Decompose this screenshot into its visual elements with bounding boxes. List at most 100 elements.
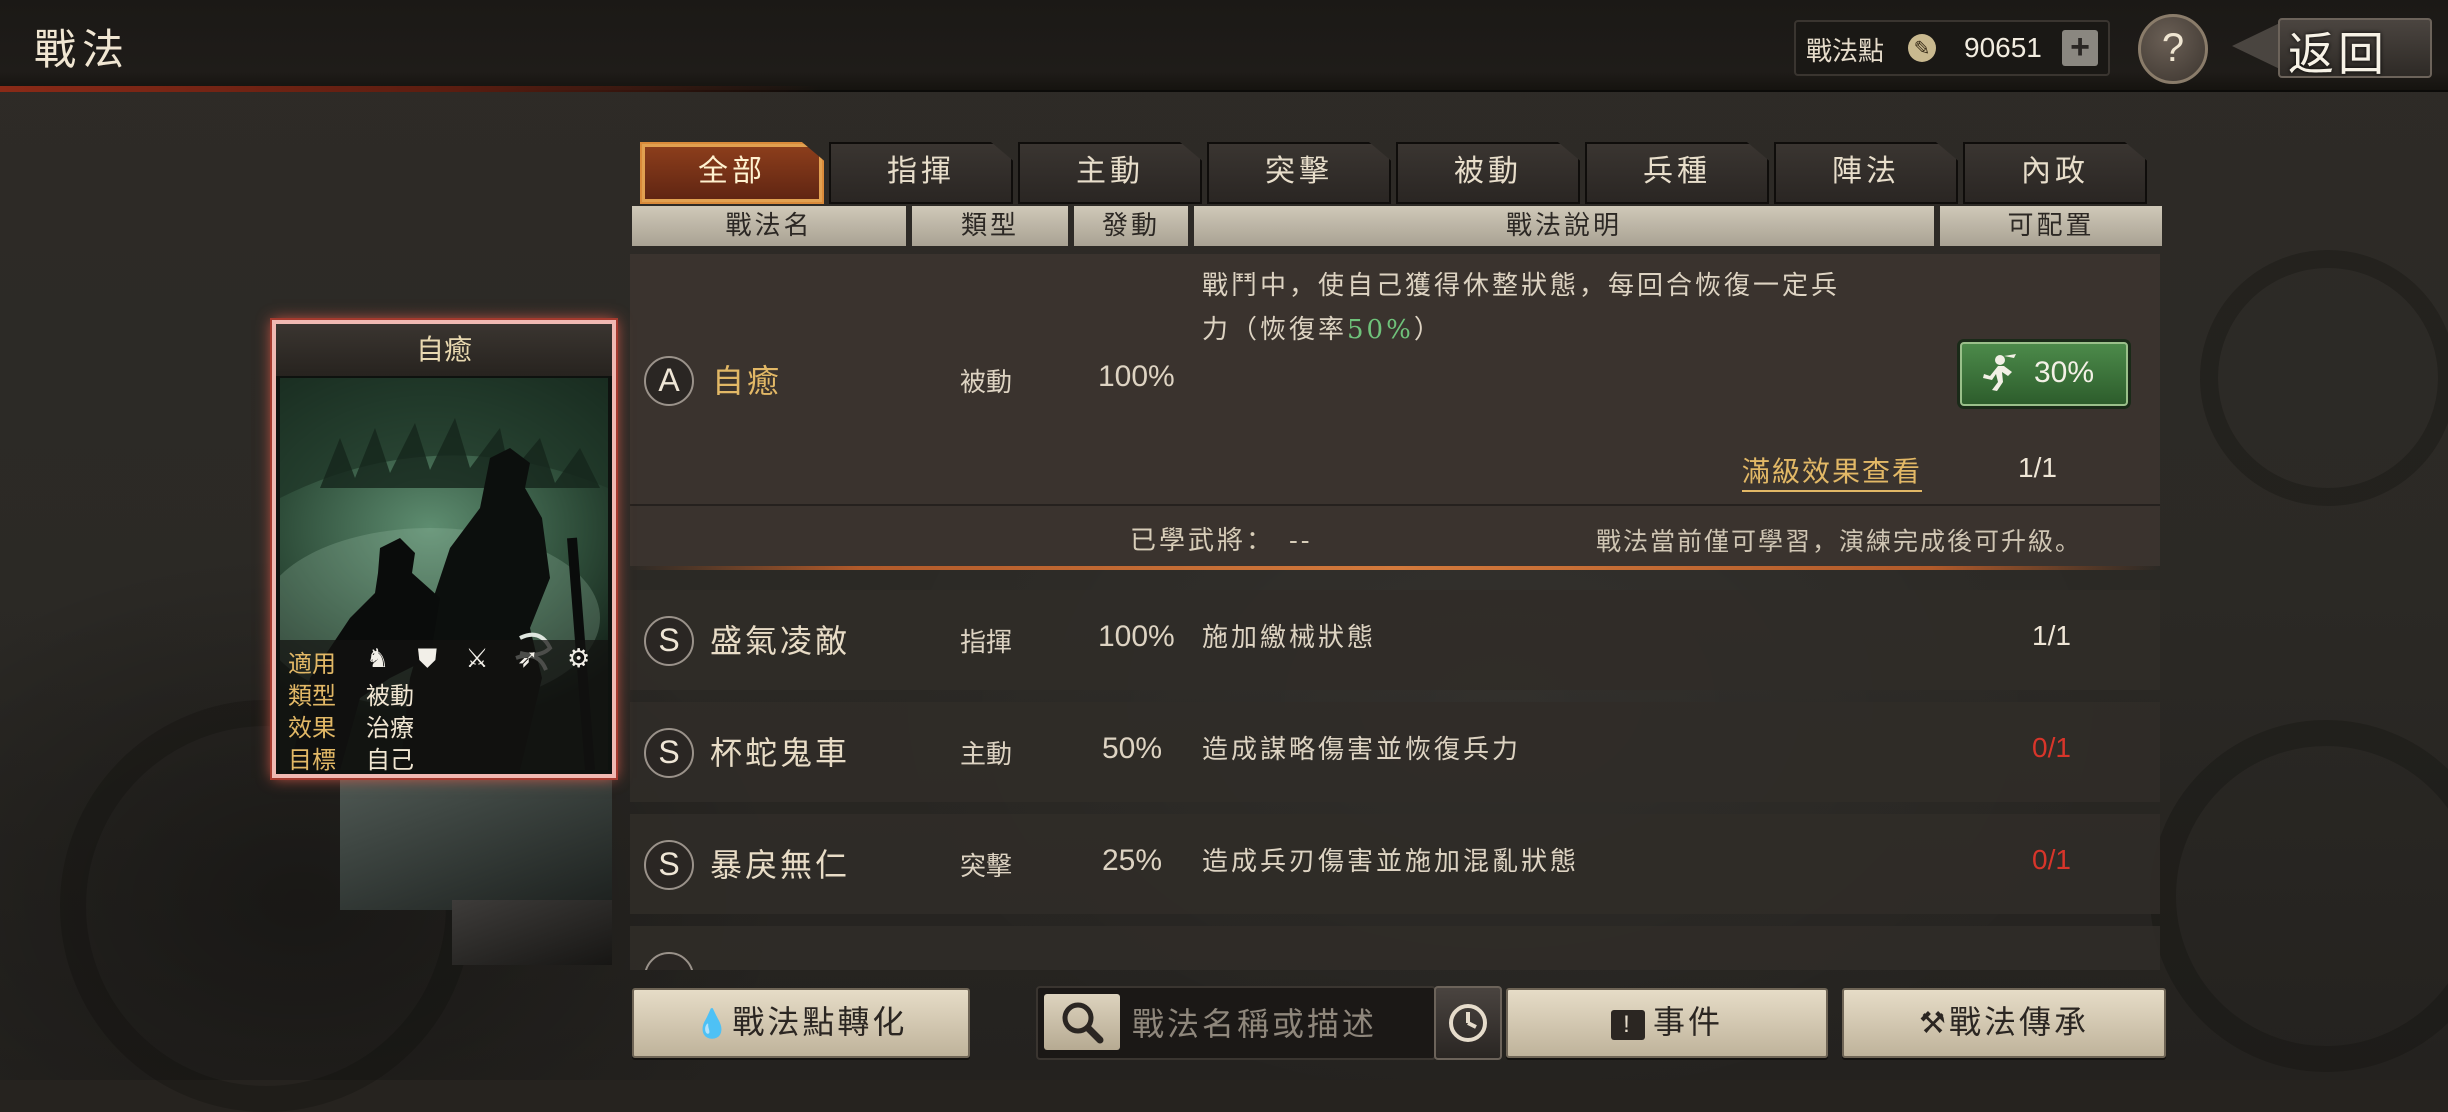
tab-all[interactable]: 全部: [640, 142, 824, 204]
tab-active[interactable]: 主動: [1018, 142, 1202, 204]
search-box: [1036, 986, 1436, 1060]
back-button-label: 返回: [2288, 27, 2388, 81]
tactic-upgrade-note: 戰法當前僅可學習，演練完成後可升級。: [1596, 527, 2083, 556]
hammer-icon: ⚒: [1919, 1006, 1949, 1041]
tab-internal-affairs[interactable]: 內政: [1963, 142, 2147, 204]
troop-bonus-button[interactable]: 30%: [1960, 342, 2128, 406]
column-header-type[interactable]: 類型: [912, 206, 1068, 246]
stacked-card-preview: [452, 900, 612, 965]
tactic-description: 戰鬥中，使自己獲得休整狀態，每回合恢復一定兵 力（恢復率50%）: [1202, 264, 1840, 352]
tactic-card: 自癒 適用 ♞ ⛊ ⚔ ➶ ⚙ 類型 被動 效果 治療 目標 自己: [272, 320, 616, 778]
desc-text: 力（恢復率: [1202, 315, 1348, 345]
target-value: 自己: [366, 746, 414, 774]
tactic-type: 主動: [960, 740, 1013, 770]
column-header-description: 戰法說明: [1194, 206, 1934, 246]
tactic-description: 造成兵刃傷害並施加混亂狀態: [1202, 847, 1580, 877]
help-button[interactable]: ?: [2138, 14, 2208, 84]
tab-command[interactable]: 指揮: [829, 142, 1013, 204]
search-button[interactable]: [1044, 994, 1120, 1050]
drop-icon: 💧: [694, 1007, 733, 1040]
card-info-panel: 適用 ♞ ⛊ ⚔ ➶ ⚙ 類型 被動 效果 治療 目標 自己: [280, 640, 608, 774]
column-header-name[interactable]: 戰法名: [632, 206, 906, 246]
tactic-list[interactable]: A 自癒 被動 100% 戰鬥中，使自己獲得休整狀態，每回合恢復一定兵 力（恢復…: [630, 250, 2160, 970]
tactic-name: 暴戾無仁: [710, 846, 851, 884]
clock-icon: [1449, 1004, 1487, 1042]
tactic-inherit-button[interactable]: ⚒戰法傳承: [1842, 988, 2166, 1058]
tab-formation[interactable]: 陣法: [1774, 142, 1958, 204]
grade-badge: S: [644, 616, 694, 666]
tactic-row-selected[interactable]: A 自癒 被動 100% 戰鬥中，使自己獲得休整狀態，每回合恢復一定兵 力（恢復…: [630, 254, 2160, 566]
tactic-points-display: 戰法點 ✎ 90651 +: [1794, 20, 2110, 76]
full-level-effect-link[interactable]: 滿級效果查看: [1742, 450, 1923, 492]
bg-swirl-decoration: [2200, 250, 2448, 506]
grade-badge: A: [644, 356, 694, 406]
tactic-trigger-rate: 100%: [1098, 620, 1175, 653]
tab-troop-type[interactable]: 兵種: [1585, 142, 1769, 204]
learned-generals-value: --: [1289, 526, 1313, 556]
stacked-card-preview: [340, 770, 612, 910]
type-value: 被動: [366, 682, 414, 710]
troop-bonus-value: 30%: [2034, 356, 2095, 389]
apply-label: 適用: [288, 650, 336, 678]
events-label: 事件: [1652, 1003, 1723, 1041]
tab-assault[interactable]: 突擊: [1207, 142, 1391, 204]
learned-generals-label: 已學武將：: [1130, 526, 1276, 556]
target-label: 目標: [288, 746, 336, 774]
tactic-points-icon: ✎: [1908, 34, 1936, 62]
row-divider: [630, 504, 2160, 506]
tactic-row[interactable]: S 盛氣凌敵 指揮 100% 施加繳械狀態 1/1: [630, 590, 2160, 690]
tactic-row-partial[interactable]: [630, 926, 2160, 970]
card-title: 自癒: [276, 324, 612, 376]
convert-points-label: 戰法點轉化: [732, 1003, 908, 1041]
grade-badge: S: [644, 728, 694, 778]
tactic-inherit-label: 戰法傳承: [1948, 1003, 2089, 1041]
recovery-rate-value: 50%: [1347, 315, 1414, 345]
tactic-description: 造成謀略傷害並恢復兵力: [1202, 735, 1522, 765]
category-tabs: 全部 指揮 主動 突擊 被動 兵種 陣法 內政: [640, 142, 2148, 204]
tactic-available-count: 1/1: [2032, 620, 2071, 651]
tactic-description-line2: 力（恢復率50%）: [1202, 308, 1840, 352]
tactic-trigger-rate: 25%: [1102, 844, 1163, 877]
events-icon: !: [1610, 1009, 1645, 1040]
convert-points-button[interactable]: 💧戰法點轉化: [632, 988, 970, 1058]
tactic-type: 指揮: [960, 628, 1013, 658]
events-button[interactable]: ! 事件: [1506, 988, 1828, 1058]
tab-passive[interactable]: 被動: [1396, 142, 1580, 204]
add-points-button[interactable]: +: [2062, 30, 2098, 66]
tactic-available-count: 1/1: [2018, 452, 2057, 483]
tactic-row[interactable]: S 杯蛇鬼車 主動 50% 造成謀略傷害並恢復兵力 0/1: [630, 702, 2160, 802]
tactic-name: 盛氣凌敵: [710, 622, 851, 660]
back-button[interactable]: 返回: [2232, 12, 2432, 81]
tactic-available-count: 0/1: [2032, 844, 2071, 875]
page-title: 戰法: [34, 25, 131, 74]
type-label: 類型: [288, 682, 336, 710]
tactic-description: 施加繳械狀態: [1202, 623, 1377, 653]
column-header-trigger[interactable]: 發動: [1074, 206, 1188, 246]
search-icon: [1062, 1002, 1104, 1044]
tactic-points-value: 90651: [1964, 32, 2042, 63]
tactic-points-label: 戰法點: [1806, 37, 1885, 67]
grade-badge: S: [644, 840, 694, 890]
tactic-name: 杯蛇鬼車: [710, 734, 851, 772]
learned-generals: 已學武將： --: [1130, 520, 1313, 557]
effect-value: 治療: [366, 714, 414, 742]
tactic-type: 被動: [960, 368, 1013, 398]
tactic-description-line1: 戰鬥中，使自己獲得休整狀態，每回合恢復一定兵: [1202, 271, 1841, 301]
title-accent-stripe: [0, 86, 820, 92]
selected-row-underline: [630, 566, 2160, 570]
unit-type-icons: ♞ ⛊ ⚔ ➶ ⚙: [366, 644, 601, 674]
soldier-icon: [1983, 354, 2016, 391]
column-header-available[interactable]: 可配置: [1940, 206, 2162, 246]
history-button[interactable]: [1434, 986, 1502, 1060]
tactic-trigger-rate: 100%: [1098, 360, 1175, 393]
tactic-available-count: 0/1: [2032, 732, 2071, 763]
grade-badge: [644, 952, 694, 970]
desc-text: ）: [1413, 315, 1443, 345]
effect-label: 效果: [288, 714, 336, 742]
search-input[interactable]: [1130, 998, 1424, 1050]
tactic-trigger-rate: 50%: [1102, 732, 1163, 765]
tactic-name: 自癒: [712, 362, 783, 400]
tactic-row[interactable]: S 暴戾無仁 突擊 25% 造成兵刃傷害並施加混亂狀態 0/1: [630, 814, 2160, 914]
tactic-type: 突擊: [960, 852, 1013, 882]
top-bar: 戰法 戰法點 ✎ 90651 + ? 返回: [0, 0, 2448, 92]
